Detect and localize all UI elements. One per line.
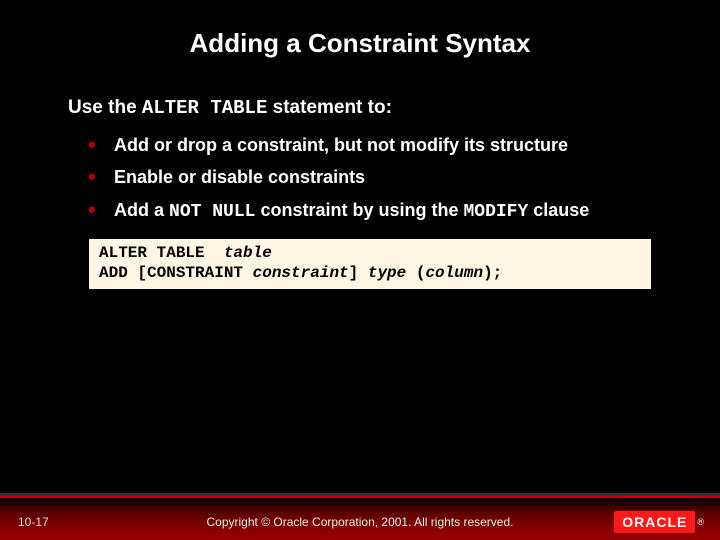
bullet-post: clause bbox=[528, 200, 589, 220]
bullet-code: MODIFY bbox=[463, 202, 528, 222]
slide: Adding a Constraint Syntax Use the ALTER… bbox=[0, 0, 720, 540]
intro-code: ALTER TABLE bbox=[142, 97, 267, 119]
code-kw: ADD [CONSTRAINT bbox=[99, 264, 253, 282]
code-kw: ] bbox=[349, 264, 368, 282]
code-emph: column bbox=[425, 264, 483, 282]
registered-trademark-icon: ® bbox=[697, 517, 704, 527]
bullet-pre: Add a bbox=[114, 200, 169, 220]
code-kw: ( bbox=[406, 264, 425, 282]
bullet-code: NOT NULL bbox=[169, 202, 255, 222]
slide-title: Adding a Constraint Syntax bbox=[0, 0, 720, 59]
oracle-logo: ORACLE® bbox=[614, 511, 704, 533]
slide-content: Use the ALTER TABLE statement to: Add or… bbox=[0, 59, 720, 290]
copyright-text: Copyright © Oracle Corporation, 2001. Al… bbox=[0, 515, 720, 529]
bullet-item: Enable or disable constraints bbox=[88, 165, 652, 189]
code-kw: ); bbox=[483, 264, 502, 282]
bullet-mid: constraint by using the bbox=[255, 200, 463, 220]
bullet-item: Add or drop a constraint, but not modify… bbox=[88, 133, 652, 157]
oracle-logo-text: ORACLE bbox=[614, 511, 695, 533]
bullet-list: Add or drop a constraint, but not modify… bbox=[68, 133, 652, 224]
code-emph: type bbox=[368, 264, 406, 282]
intro-suffix: statement to: bbox=[267, 97, 392, 118]
bullet-text: Add or drop a constraint, but not modify… bbox=[114, 135, 568, 155]
intro-prefix: Use the bbox=[68, 97, 142, 118]
bullet-item: Add a NOT NULL constraint by using the M… bbox=[88, 198, 652, 224]
code-kw: ALTER TABLE bbox=[99, 244, 224, 262]
code-emph: table bbox=[224, 244, 272, 262]
code-emph: constraint bbox=[253, 264, 349, 282]
intro-line: Use the ALTER TABLE statement to: bbox=[68, 97, 652, 119]
bullet-text: Enable or disable constraints bbox=[114, 167, 365, 187]
syntax-code-block: ALTER TABLE table ADD [CONSTRAINT constr… bbox=[88, 238, 652, 290]
